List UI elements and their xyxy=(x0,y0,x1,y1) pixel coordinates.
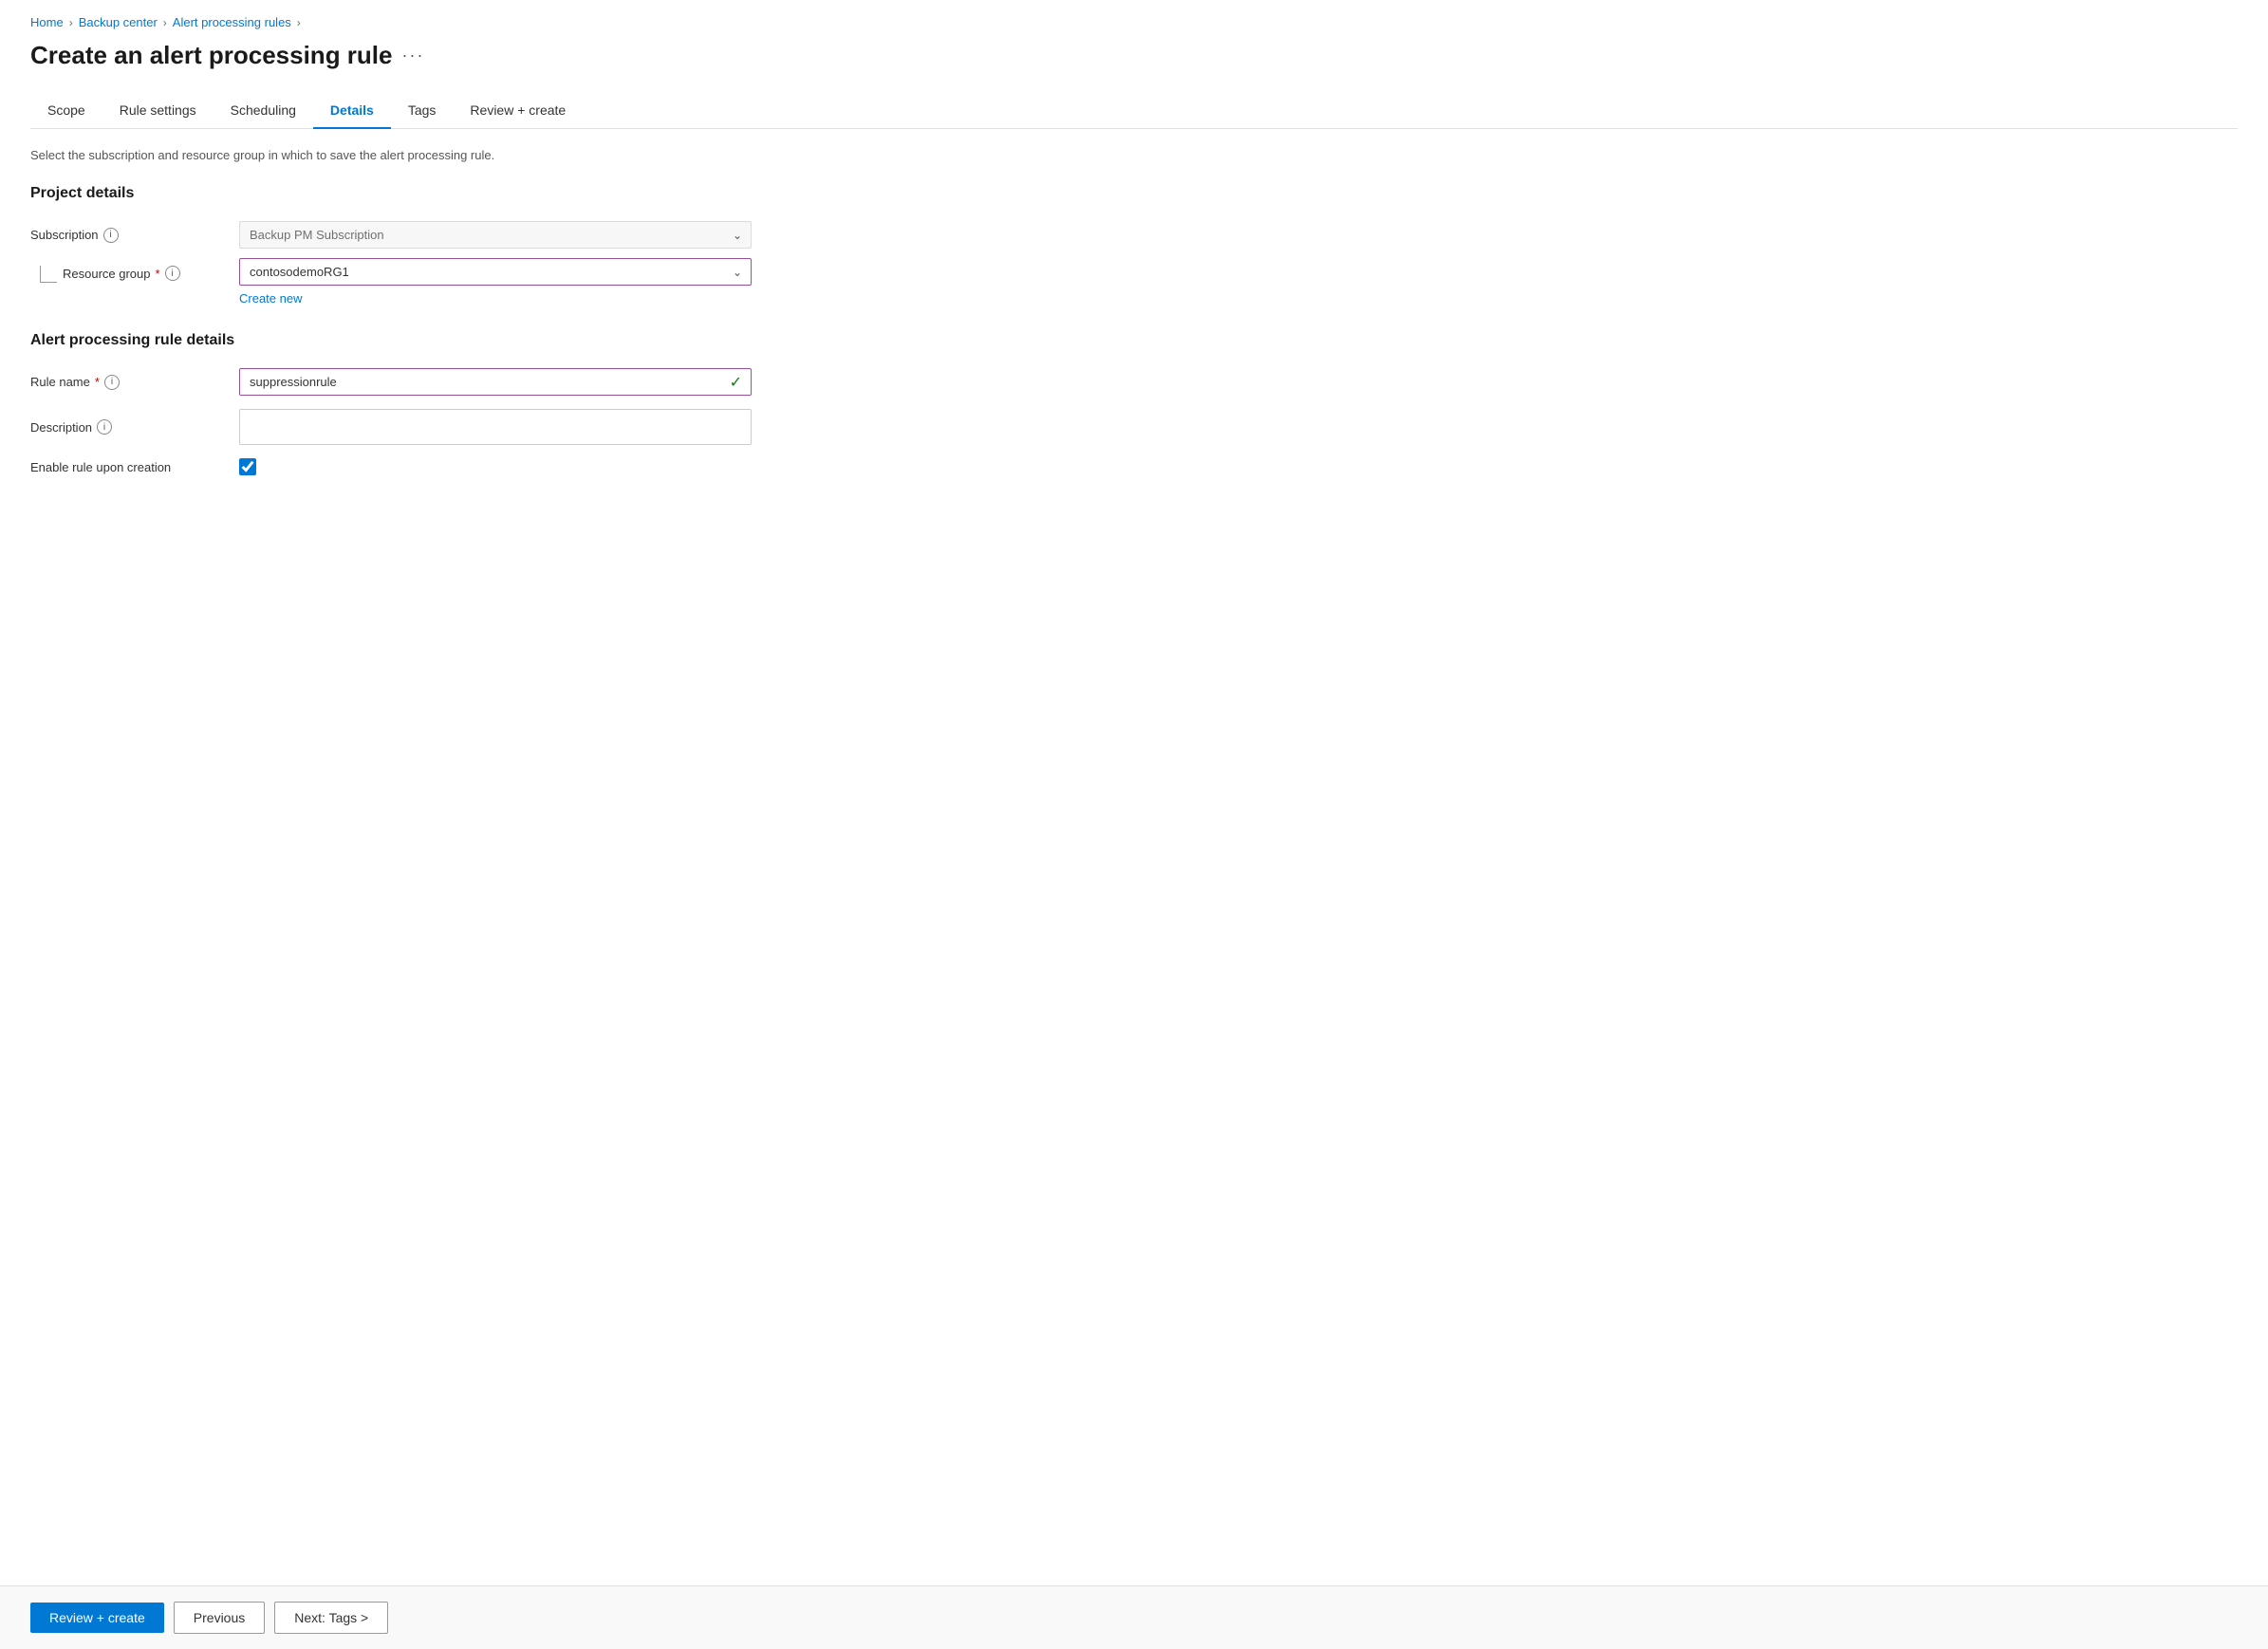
enable-rule-label: Enable rule upon creation xyxy=(30,460,239,474)
resource-group-info-icon[interactable]: i xyxy=(165,266,180,281)
description-input[interactable] xyxy=(239,409,752,445)
rule-name-label: Rule name * i xyxy=(30,375,239,390)
rule-name-info-icon[interactable]: i xyxy=(104,375,120,390)
subscription-select: Backup PM Subscription xyxy=(239,221,752,249)
subscription-label: Subscription i xyxy=(30,228,239,243)
rule-details-title: Alert processing rule details xyxy=(30,332,2238,349)
resource-group-label: Resource group * i xyxy=(63,266,180,281)
breadcrumb-home[interactable]: Home xyxy=(30,15,64,29)
project-details-title: Project details xyxy=(30,185,2238,202)
tab-review-create[interactable]: Review + create xyxy=(453,93,583,129)
subscription-select-wrapper: Backup PM Subscription ⌄ xyxy=(239,221,752,249)
enable-rule-checkbox-wrapper xyxy=(239,458,752,475)
previous-button[interactable]: Previous xyxy=(174,1602,265,1634)
breadcrumb-sep-1: › xyxy=(69,16,73,29)
enable-rule-checkbox[interactable] xyxy=(239,458,256,475)
tab-tags[interactable]: Tags xyxy=(391,93,454,129)
description-input-wrapper xyxy=(239,409,752,445)
description-info-icon[interactable]: i xyxy=(97,419,112,435)
breadcrumb-backup-center[interactable]: Backup center xyxy=(79,15,158,29)
page-title: Create an alert processing rule xyxy=(30,41,392,70)
tab-details[interactable]: Details xyxy=(313,93,391,129)
rule-name-required: * xyxy=(95,375,100,389)
more-options-icon[interactable]: ··· xyxy=(401,46,424,65)
resource-group-select-wrapper: contosodemoRG1 ⌄ xyxy=(239,258,752,286)
description-label: Description i xyxy=(30,419,239,435)
subscription-info-icon[interactable]: i xyxy=(103,228,119,243)
tab-scheduling[interactable]: Scheduling xyxy=(214,93,313,129)
breadcrumb-alert-processing-rules[interactable]: Alert processing rules xyxy=(173,15,291,29)
tab-rule-settings[interactable]: Rule settings xyxy=(102,93,214,129)
rule-name-input-wrapper: ✓ xyxy=(239,368,752,396)
create-new-resource-group-link[interactable]: Create new xyxy=(239,291,752,306)
review-create-button[interactable]: Review + create xyxy=(30,1603,164,1633)
project-details-section: Project details Subscription i Backup PM… xyxy=(30,185,2238,306)
resource-group-select[interactable]: contosodemoRG1 xyxy=(239,258,752,286)
rule-name-check-icon: ✓ xyxy=(730,373,742,392)
resource-group-required: * xyxy=(156,267,160,281)
rule-name-input[interactable] xyxy=(239,368,752,396)
resource-group-indent xyxy=(40,266,57,283)
breadcrumb-sep-2: › xyxy=(163,16,167,29)
rule-details-section: Alert processing rule details Rule name … xyxy=(30,332,2238,475)
breadcrumb: Home › Backup center › Alert processing … xyxy=(30,15,2238,29)
next-tags-button[interactable]: Next: Tags > xyxy=(274,1602,388,1634)
footer: Review + create Previous Next: Tags > xyxy=(0,1585,2268,1649)
tabs-bar: Scope Rule settings Scheduling Details T… xyxy=(30,93,2238,129)
page-description: Select the subscription and resource gro… xyxy=(30,148,2238,162)
page-title-row: Create an alert processing rule ··· xyxy=(30,41,2238,70)
tab-scope[interactable]: Scope xyxy=(30,93,102,129)
breadcrumb-sep-3: › xyxy=(297,16,301,29)
